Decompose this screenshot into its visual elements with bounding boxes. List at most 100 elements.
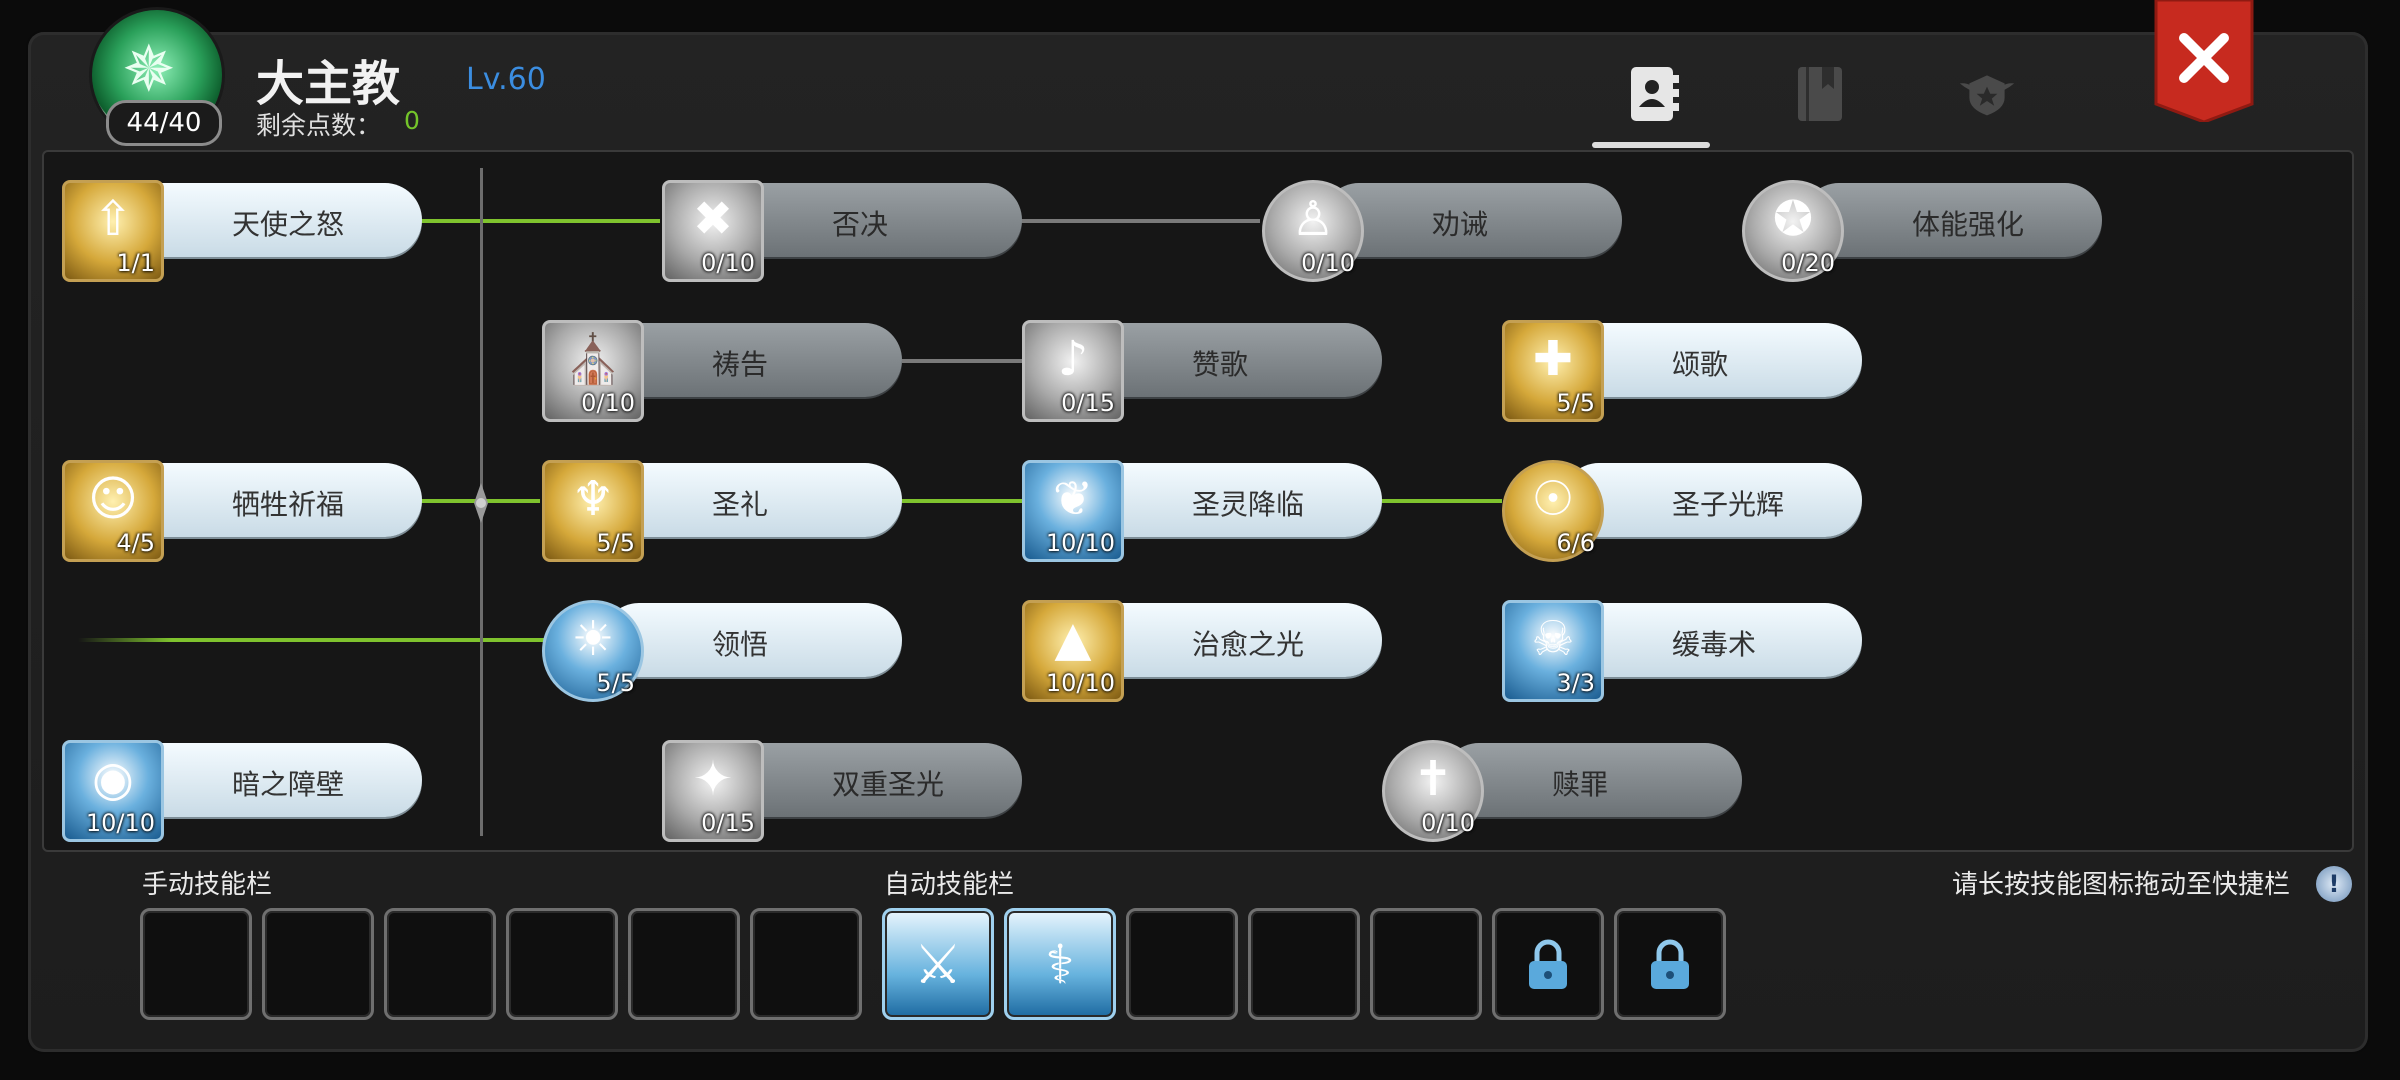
angel-spirit-icon[interactable]: ☺ 4/5 — [62, 460, 164, 562]
manual-slot-2[interactable] — [262, 908, 374, 1020]
skill-pill[interactable]: 圣子光辉 — [1562, 463, 1862, 537]
manual-slot-4[interactable] — [506, 908, 618, 1020]
connector — [902, 499, 1022, 503]
tab-codex[interactable] — [1785, 58, 1855, 128]
skill-holy-child[interactable]: 圣子光辉 ☉ 6/6 — [1502, 460, 1862, 562]
skill-slow-poison[interactable]: 缓毒术 ☠ 3/3 — [1502, 600, 1862, 702]
skill-pill[interactable]: 圣灵降临 — [1082, 463, 1382, 537]
skill-name: 领悟 — [712, 628, 769, 661]
skill-physique[interactable]: 体能强化 ✪ 0/20 — [1742, 180, 2102, 282]
auto-slot-7-locked[interactable] — [1614, 908, 1726, 1020]
skill-pill[interactable]: 天使之怒 — [122, 183, 422, 257]
angel-wings-icon[interactable]: ❦ 10/10 — [1022, 460, 1124, 562]
skill-name: 暗之障壁 — [232, 768, 345, 801]
skill-name: 劝诫 — [1432, 208, 1489, 241]
info-exclamation-icon[interactable]: ! — [2316, 866, 2352, 902]
skill-count: 10/10 — [1045, 529, 1115, 557]
skill-pill[interactable]: 体能强化 — [1802, 183, 2102, 257]
skill-name: 赎罪 — [1552, 768, 1609, 801]
skill-name: 圣灵降临 — [1192, 488, 1305, 521]
music-note-icon[interactable]: ♪ 0/15 — [1022, 320, 1124, 422]
skill-veto[interactable]: 否决 ✖ 0/10 — [662, 180, 1022, 282]
skill-pill[interactable]: 圣礼 — [602, 463, 902, 537]
skill-pill[interactable]: 颂歌 — [1562, 323, 1862, 397]
skill-pill[interactable]: 赞歌 — [1082, 323, 1382, 397]
infant-halo-icon[interactable]: ☉ 6/6 — [1502, 460, 1604, 562]
skill-pill[interactable]: 牺牲祈福 — [122, 463, 422, 537]
muscle-shield-icon[interactable]: ✪ 0/20 — [1742, 180, 1844, 282]
auto-slot-2[interactable]: ⚕ — [1004, 908, 1116, 1020]
skill-heal-light[interactable]: 治愈之光 ▲ 10/10 — [1022, 600, 1382, 702]
skill-holy-advent[interactable]: 圣灵降临 ❦ 10/10 — [1022, 460, 1382, 562]
sword-cross-icon[interactable]: ✝ 0/10 — [1382, 740, 1484, 842]
skill-pill[interactable]: 领悟 — [602, 603, 902, 677]
glyph: ◉ — [92, 751, 134, 807]
skill-admonish[interactable]: 劝诫 ♙ 0/10 — [1262, 180, 1622, 282]
manual-slot-3[interactable] — [384, 908, 496, 1020]
skill-count: 10/10 — [85, 809, 155, 837]
lock-icon — [1651, 939, 1689, 989]
manual-slot-1[interactable] — [140, 908, 252, 1020]
manual-bar-label: 手动技能栏 — [142, 870, 273, 900]
skill-ode[interactable]: 颂歌 ✚ 5/5 — [1502, 320, 1862, 422]
close-button[interactable] — [2154, 0, 2254, 124]
glyph: ✖ — [692, 191, 734, 247]
skill-hymn[interactable]: 赞歌 ♪ 0/15 — [1022, 320, 1382, 422]
skill-count: 1/1 — [116, 249, 155, 277]
skill-pill[interactable]: 缓毒术 — [1562, 603, 1862, 677]
skill-count: 10/10 — [1045, 669, 1115, 697]
skill-rite[interactable]: 圣礼 ♆ 5/5 — [542, 460, 902, 562]
praying-hands-icon[interactable]: ⛪ 0/10 — [542, 320, 644, 422]
skill-pill[interactable]: 劝诫 — [1322, 183, 1622, 257]
skill-name: 赞歌 — [1192, 348, 1249, 381]
glyph: ✝ — [1412, 751, 1454, 807]
lightbulb-icon[interactable]: ☀ 5/5 — [542, 600, 644, 702]
active-tab-indicator — [1592, 142, 1710, 148]
skill-pill[interactable]: 暗之障壁 — [122, 743, 422, 817]
angel-arrow-icon[interactable]: ⇧ 1/1 — [62, 180, 164, 282]
tab-skills[interactable] — [1618, 58, 1688, 128]
skill-insight[interactable]: 领悟 ☀ 5/5 — [542, 600, 902, 702]
glyph: ☉ — [1531, 471, 1575, 527]
skill-prayer[interactable]: 祷告 ⛪ 0/10 — [542, 320, 902, 422]
radiant-cross-icon[interactable]: ✚ 5/5 — [1502, 320, 1604, 422]
manual-slot-5[interactable] — [628, 908, 740, 1020]
light-beam-icon[interactable]: ▲ 10/10 — [1022, 600, 1124, 702]
skill-dark-barrier[interactable]: 暗之障壁 ◉ 10/10 — [62, 740, 422, 842]
auto-slot-5[interactable] — [1370, 908, 1482, 1020]
tab-rank[interactable] — [1952, 58, 2022, 128]
broken-sword-icon: ⚔ — [913, 933, 963, 996]
skill-count: 0/10 — [701, 249, 755, 277]
skill-name: 双重圣光 — [832, 768, 945, 801]
auto-slot-6-locked[interactable] — [1492, 908, 1604, 1020]
connector — [1020, 219, 1260, 223]
skill-name: 牺牲祈福 — [232, 488, 345, 521]
contact-book-icon — [1631, 67, 1679, 121]
raised-arms-icon[interactable]: ♆ 5/5 — [542, 460, 644, 562]
skill-count: 4/5 — [116, 529, 155, 557]
barrier-eye-icon[interactable]: ◉ 10/10 — [62, 740, 164, 842]
level-label: Lv.60 — [466, 62, 546, 97]
auto-slot-3[interactable] — [1126, 908, 1238, 1020]
skill-pill[interactable]: 否决 — [722, 183, 1022, 257]
glyph: ▲ — [1054, 611, 1092, 667]
skill-pill[interactable]: 双重圣光 — [722, 743, 1022, 817]
skill-pill[interactable]: 治愈之光 — [1082, 603, 1382, 677]
auto-slot-1[interactable]: ⚔ — [882, 908, 994, 1020]
sparkle-icon[interactable]: ✦ 0/15 — [662, 740, 764, 842]
auto-slot-4[interactable] — [1248, 908, 1360, 1020]
skill-pill[interactable]: 赎罪 — [1442, 743, 1742, 817]
glyph: ☀ — [571, 611, 615, 667]
skill-count: 0/15 — [701, 809, 755, 837]
x-mark-icon[interactable]: ✖ 0/10 — [662, 180, 764, 282]
skill-angel-wrath[interactable]: 天使之怒 ⇧ 1/1 — [62, 180, 422, 282]
skill-double-holy[interactable]: 双重圣光 ✦ 0/15 — [662, 740, 1022, 842]
kneeling-figure-icon[interactable]: ♙ 0/10 — [1262, 180, 1364, 282]
class-title: 大主教 — [256, 56, 401, 112]
skill-atonement[interactable]: 赎罪 ✝ 0/10 — [1382, 740, 1742, 842]
stop-skull-icon[interactable]: ☠ 3/3 — [1502, 600, 1604, 702]
manual-slot-6[interactable] — [750, 908, 862, 1020]
skill-pill[interactable]: 祷告 — [602, 323, 902, 397]
glyph: ☺ — [87, 471, 139, 527]
skill-sacrifice-bless[interactable]: 牺牲祈福 ☺ 4/5 — [62, 460, 422, 562]
